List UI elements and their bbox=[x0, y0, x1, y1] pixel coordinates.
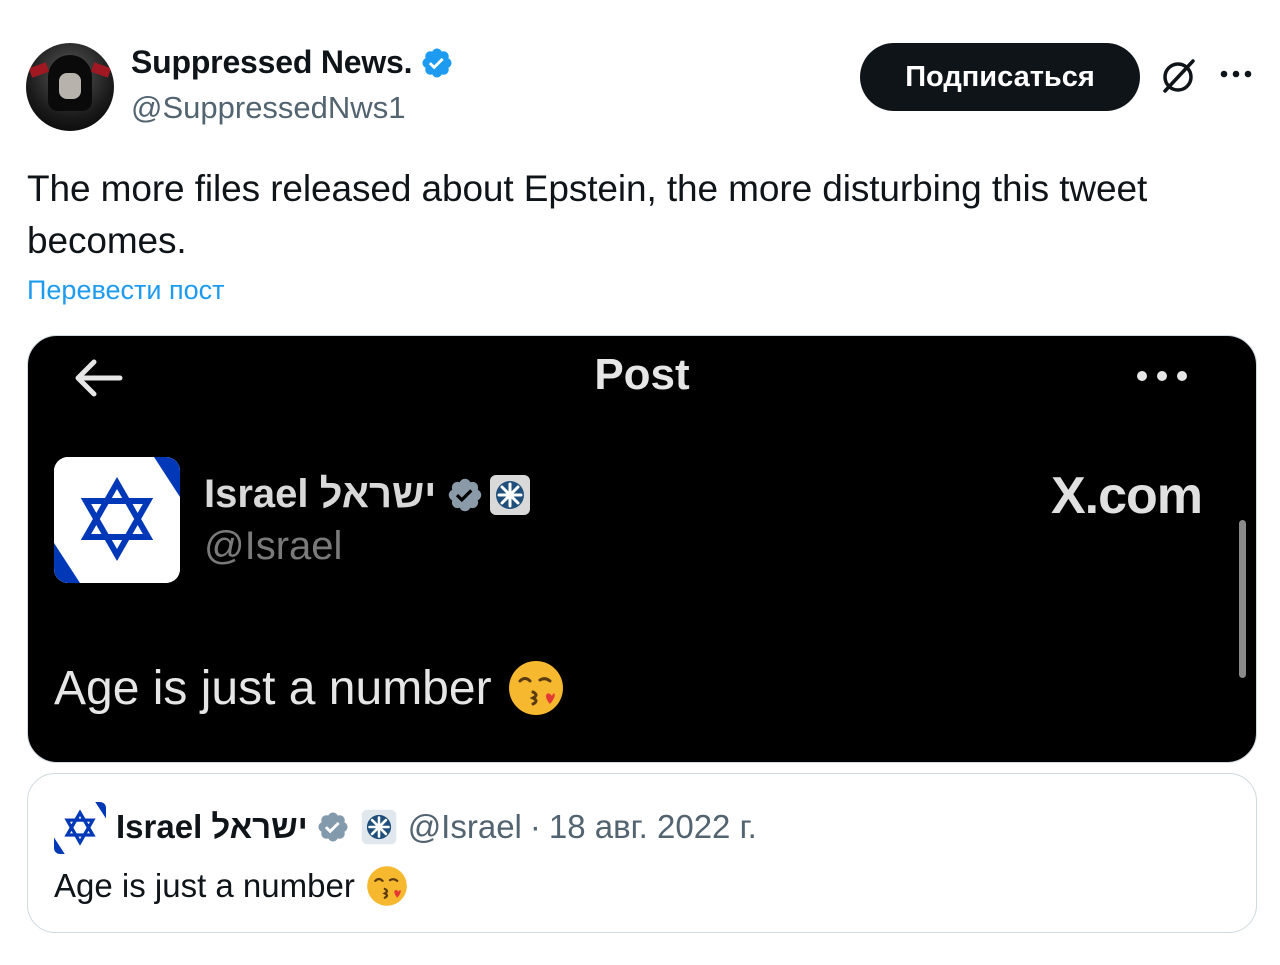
media-post-text: Age is just a number bbox=[54, 661, 492, 715]
media-account-name: Israel ישראל bbox=[204, 472, 437, 516]
more-dots-icon[interactable] bbox=[1218, 66, 1254, 82]
media-watermark: X.com bbox=[1050, 467, 1203, 525]
media-verified-badge-icon bbox=[449, 478, 482, 511]
author-name-row[interactable]: Suppressed News. bbox=[131, 44, 454, 81]
media-post-text-row: Age is just a number bbox=[54, 658, 566, 718]
quoted-government-badge-icon bbox=[361, 809, 396, 845]
israel-avatar bbox=[54, 457, 180, 583]
verified-badge-icon bbox=[422, 47, 452, 78]
author-avatar[interactable] bbox=[26, 43, 114, 131]
quoted-avatar[interactable] bbox=[54, 802, 106, 854]
author-display-name[interactable]: Suppressed News. bbox=[131, 44, 413, 81]
media-government-badge-icon bbox=[490, 474, 531, 515]
media-account-handle: @Israel bbox=[204, 524, 343, 568]
quoted-text: Age is just a number bbox=[54, 867, 355, 904]
avatar-decoration-left bbox=[28, 62, 50, 78]
media-account-name-row: Israel ישראל bbox=[204, 472, 532, 517]
tweet-header: Suppressed News. @SuppressedNws1 Подписа… bbox=[26, 40, 1258, 132]
tweet-text: The more files released about Epstein, t… bbox=[27, 168, 1148, 261]
quoted-kissing-face-with-heart-emoji-icon bbox=[367, 866, 407, 906]
avatar-mask bbox=[59, 73, 81, 99]
media-post-title: Post bbox=[594, 350, 690, 399]
quoted-handle[interactable]: @Israel bbox=[408, 808, 522, 846]
quoted-israel-flag-icon bbox=[54, 802, 106, 854]
translate-post-link[interactable]: Перевести пост bbox=[27, 275, 224, 306]
quoted-account-name[interactable]: Israel ישראל bbox=[116, 808, 308, 846]
media-scrollbar bbox=[1239, 520, 1246, 678]
quoted-date[interactable]: 18 авг. 2022 г. bbox=[549, 808, 757, 846]
kissing-face-with-heart-emoji-icon bbox=[508, 661, 563, 715]
media-more-dots-icon bbox=[1137, 371, 1187, 381]
tweet-media-image[interactable]: Post Israel ישראל @Israel X.com Age is j… bbox=[27, 335, 1257, 763]
author-handle[interactable]: @SuppressedNws1 bbox=[131, 90, 405, 126]
avatar-decoration-right bbox=[90, 62, 112, 78]
grok-icon[interactable] bbox=[1158, 56, 1198, 96]
quoted-tweet-card[interactable]: Israel ישראל @Israel · 18 авг. 2022 г. A… bbox=[27, 773, 1257, 933]
quoted-verified-badge-icon bbox=[318, 812, 348, 842]
quoted-separator: · bbox=[529, 808, 541, 845]
quoted-header-row: Israel ישראל @Israel · 18 авг. 2022 г. bbox=[116, 808, 757, 846]
quoted-text-row: Age is just a number bbox=[54, 864, 409, 908]
israel-flag-icon bbox=[54, 457, 180, 583]
subscribe-button[interactable]: Подписаться bbox=[860, 43, 1140, 111]
